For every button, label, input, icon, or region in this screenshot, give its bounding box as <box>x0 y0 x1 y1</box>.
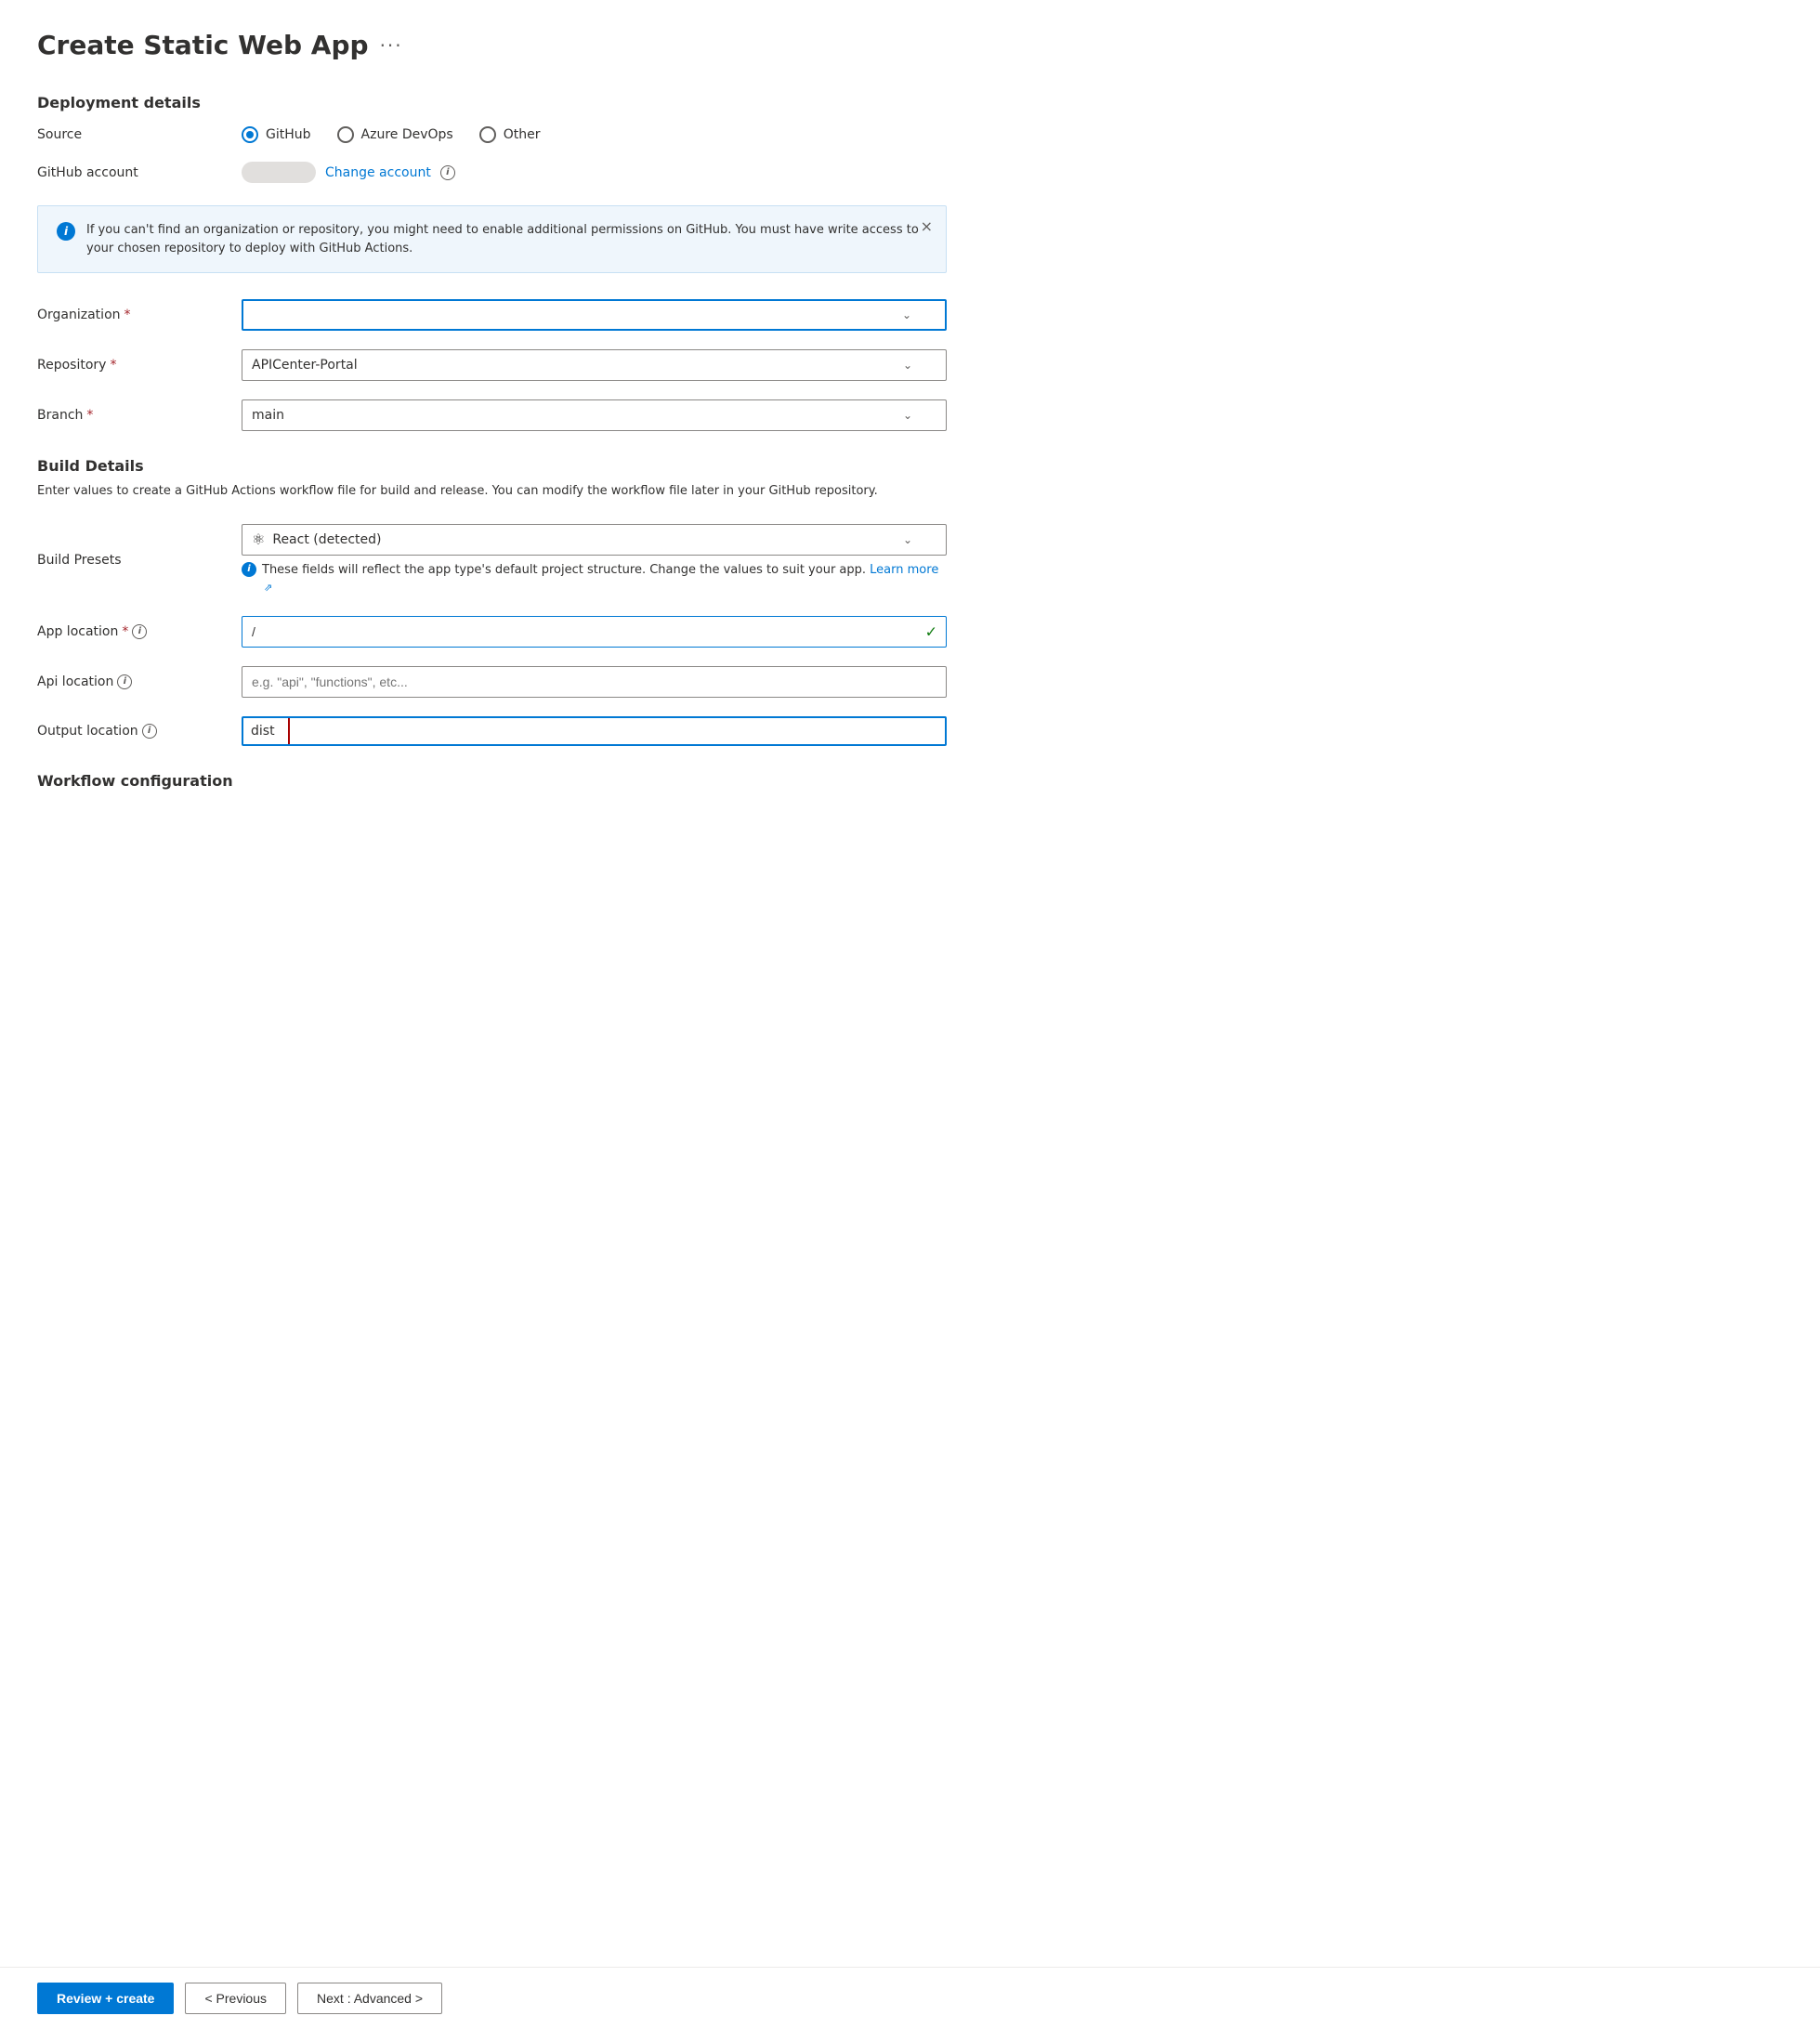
other-radio-circle[interactable] <box>479 126 496 143</box>
github-account-pill <box>242 162 316 183</box>
review-create-button[interactable]: Review + create <box>37 1983 174 2014</box>
azure-devops-radio-circle[interactable] <box>337 126 354 143</box>
repository-chevron-icon: ⌄ <box>903 359 912 372</box>
fields-note-text: These fields will reflect the app type's… <box>262 561 947 597</box>
page-title: Create Static Web App <box>37 30 369 60</box>
info-banner: i If you can't find an organization or r… <box>37 205 947 273</box>
github-radio-circle[interactable] <box>242 126 258 143</box>
branch-value: main <box>252 408 903 423</box>
build-description: Enter values to create a GitHub Actions … <box>37 482 947 502</box>
branch-required-star: * <box>86 408 93 423</box>
output-location-info-icon[interactable]: i <box>142 724 157 739</box>
external-link-icon: ⇗ <box>264 582 272 594</box>
page-footer: Review + create < Previous Next : Advanc… <box>0 1967 1820 2029</box>
app-location-required-star: * <box>122 624 128 639</box>
deployment-section-title: Deployment details <box>37 94 947 111</box>
info-banner-text: If you can't find an organization or rep… <box>86 221 927 257</box>
output-location-wrapper: dist <box>242 716 947 746</box>
react-icon: ⚛ <box>252 530 265 548</box>
next-advanced-button[interactable]: Next : Advanced > <box>297 1983 442 2014</box>
app-location-label: App location <box>37 624 118 639</box>
repository-value: APICenter-Portal <box>252 358 903 373</box>
output-location-input[interactable] <box>290 718 945 744</box>
build-presets-value: React (detected) <box>272 532 381 547</box>
build-section-title: Build Details <box>37 457 947 475</box>
github-radio-label: GitHub <box>266 127 311 142</box>
source-github-radio[interactable]: GitHub <box>242 126 311 143</box>
output-prefix-text: dist <box>251 724 275 739</box>
repository-required-star: * <box>110 358 116 373</box>
workflow-section-title: Workflow configuration <box>37 772 947 790</box>
output-prefix: dist <box>243 718 290 744</box>
organization-chevron-icon: ⌄ <box>902 308 911 321</box>
presets-chevron-icon: ⌄ <box>903 533 912 546</box>
branch-dropdown[interactable]: main ⌄ <box>242 399 947 431</box>
source-radio-group: GitHub Azure DevOps Other <box>242 126 947 143</box>
other-radio-label: Other <box>504 127 541 142</box>
fields-note: i These fields will reflect the app type… <box>242 561 947 597</box>
source-other-radio[interactable]: Other <box>479 126 541 143</box>
app-location-input[interactable] <box>242 616 947 648</box>
info-banner-icon: i <box>57 222 75 241</box>
output-input-inner: dist <box>242 716 947 746</box>
branch-label: Branch <box>37 408 83 423</box>
github-account-label: GitHub account <box>37 165 138 180</box>
organization-required-star: * <box>124 308 131 322</box>
repository-dropdown[interactable]: APICenter-Portal ⌄ <box>242 349 947 381</box>
source-azure-devops-radio[interactable]: Azure DevOps <box>337 126 453 143</box>
repository-label: Repository <box>37 358 106 373</box>
github-account-info-icon[interactable]: i <box>440 165 455 180</box>
app-location-info-icon[interactable]: i <box>132 624 147 639</box>
source-label: Source <box>37 127 82 142</box>
api-location-info-icon[interactable]: i <box>117 674 132 689</box>
api-location-label: Api location <box>37 674 113 689</box>
app-location-check-icon: ✓ <box>925 622 937 640</box>
build-presets-label: Build Presets <box>37 553 122 568</box>
build-presets-dropdown[interactable]: ⚛ React (detected) ⌄ <box>242 524 947 556</box>
more-options-icon[interactable]: ··· <box>380 34 403 57</box>
branch-chevron-icon: ⌄ <box>903 409 912 422</box>
github-account-row: Change account i <box>242 162 947 183</box>
previous-button[interactable]: < Previous <box>185 1983 286 2014</box>
change-account-link[interactable]: Change account <box>325 165 431 180</box>
app-location-input-wrapper: ✓ <box>242 616 947 648</box>
organization-label: Organization <box>37 308 121 322</box>
azure-devops-radio-label: Azure DevOps <box>361 127 453 142</box>
fields-note-icon: i <box>242 562 256 577</box>
organization-dropdown[interactable]: ⌄ <box>242 299 947 331</box>
banner-close-button[interactable]: × <box>921 217 933 235</box>
api-location-input[interactable] <box>242 666 947 698</box>
output-location-label: Output location <box>37 724 138 739</box>
